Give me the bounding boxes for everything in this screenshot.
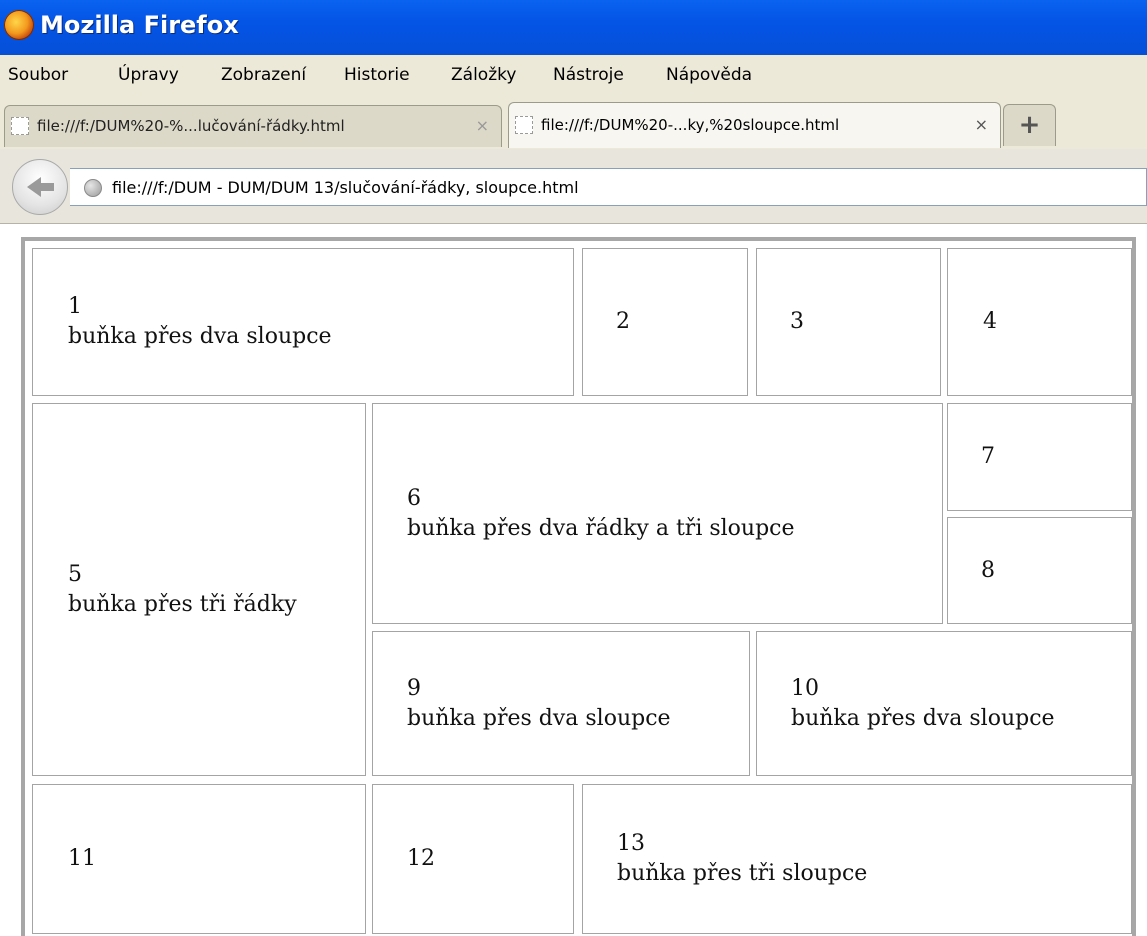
menu-item-nastroje[interactable]: Nástroje [553,65,624,85]
cell-number: 8 [981,557,995,583]
cell-number: 3 [790,309,804,334]
cell-number: 10 [791,675,819,701]
tab-strip: file:///f:/DUM%20-%...lučování-řádky.htm… [0,97,1147,150]
window-title: Mozilla Firefox [40,11,239,39]
back-arrow-icon [27,177,41,197]
table-cell-7: 7 [947,403,1132,511]
page-favicon-icon [515,116,533,134]
table-cell-3: 3 [756,248,941,396]
cell-text: buňka přes tři řádky [68,591,297,617]
tab-title: file:///f:/DUM%20-...ky,%20sloupce.html [541,116,840,134]
cell-number: 12 [407,846,435,871]
cell-text: buňka přes dva sloupce [407,705,671,731]
cell-number: 2 [616,309,630,334]
cell-text: buňka přes dva sloupce [791,705,1055,731]
table-cell-8: 8 [947,517,1132,624]
cell-number: 9 [407,675,421,701]
table-cell-2: 2 [582,248,748,396]
merged-cells-table: 1 buňka přes dva sloupce 2 3 4 5 buňka p… [21,237,1136,936]
back-arrow-tail [40,183,54,191]
menu-item-napoveda[interactable]: Nápověda [666,65,752,85]
new-tab-button[interactable]: + [1003,104,1056,146]
cell-number: 4 [983,309,997,334]
close-tab-icon[interactable]: × [975,115,988,134]
tab-1[interactable]: file:///f:/DUM%20-%...lučování-řádky.htm… [4,105,502,147]
table-cell-10: 10 buňka přes dva sloupce [756,631,1132,776]
menu-bar: Soubor Úpravy Zobrazení Historie Záložky… [0,55,1147,98]
navigation-bar: file:///f:/DUM - DUM/DUM 13/slučování-řá… [0,149,1147,224]
cell-number: 7 [981,444,995,469]
table-cell-6: 6 buňka přes dva řádky a tři sloupce [372,403,943,624]
globe-icon [84,179,102,197]
menu-item-soubor[interactable]: Soubor [8,65,68,85]
cell-number: 13 [617,831,645,856]
url-bar[interactable]: file:///f:/DUM - DUM/DUM 13/slučování-řá… [70,168,1147,206]
title-bar: Mozilla Firefox [0,0,1147,55]
menu-item-zalozky[interactable]: Záložky [451,65,516,85]
back-button[interactable] [12,159,68,215]
tab-2-active[interactable]: file:///f:/DUM%20-...ky,%20sloupce.html … [508,102,1001,148]
menu-item-upravy[interactable]: Úpravy [118,65,179,85]
cell-text: buňka přes tři sloupce [617,861,868,886]
table-cell-9: 9 buňka přes dva sloupce [372,631,750,776]
table-cell-1: 1 buňka přes dva sloupce [32,248,574,396]
table-cell-4: 4 [947,248,1132,396]
cell-text: buňka přes dva řádky a tři sloupce [407,515,795,541]
table-cell-5: 5 buňka přes tři řádky [32,403,366,776]
cell-number: 5 [68,561,82,587]
firefox-logo-icon [4,10,34,40]
cell-text: buňka přes dva sloupce [68,324,332,349]
page-favicon-icon [11,117,29,135]
menu-item-zobrazeni[interactable]: Zobrazení [221,65,306,85]
cell-number: 6 [407,485,421,511]
page-content: 1 buňka přes dva sloupce 2 3 4 5 buňka p… [0,224,1147,936]
url-text[interactable]: file:///f:/DUM - DUM/DUM 13/slučování-řá… [112,178,579,197]
table-cell-11: 11 [32,784,366,934]
table-cell-12: 12 [372,784,574,934]
menu-item-historie[interactable]: Historie [344,65,410,85]
close-tab-icon[interactable]: × [476,116,489,135]
cell-number: 11 [68,846,96,871]
table-cell-13: 13 buňka přes tři sloupce [582,784,1132,934]
cell-number: 1 [68,294,82,319]
tab-title: file:///f:/DUM%20-%...lučování-řádky.htm… [37,117,345,135]
